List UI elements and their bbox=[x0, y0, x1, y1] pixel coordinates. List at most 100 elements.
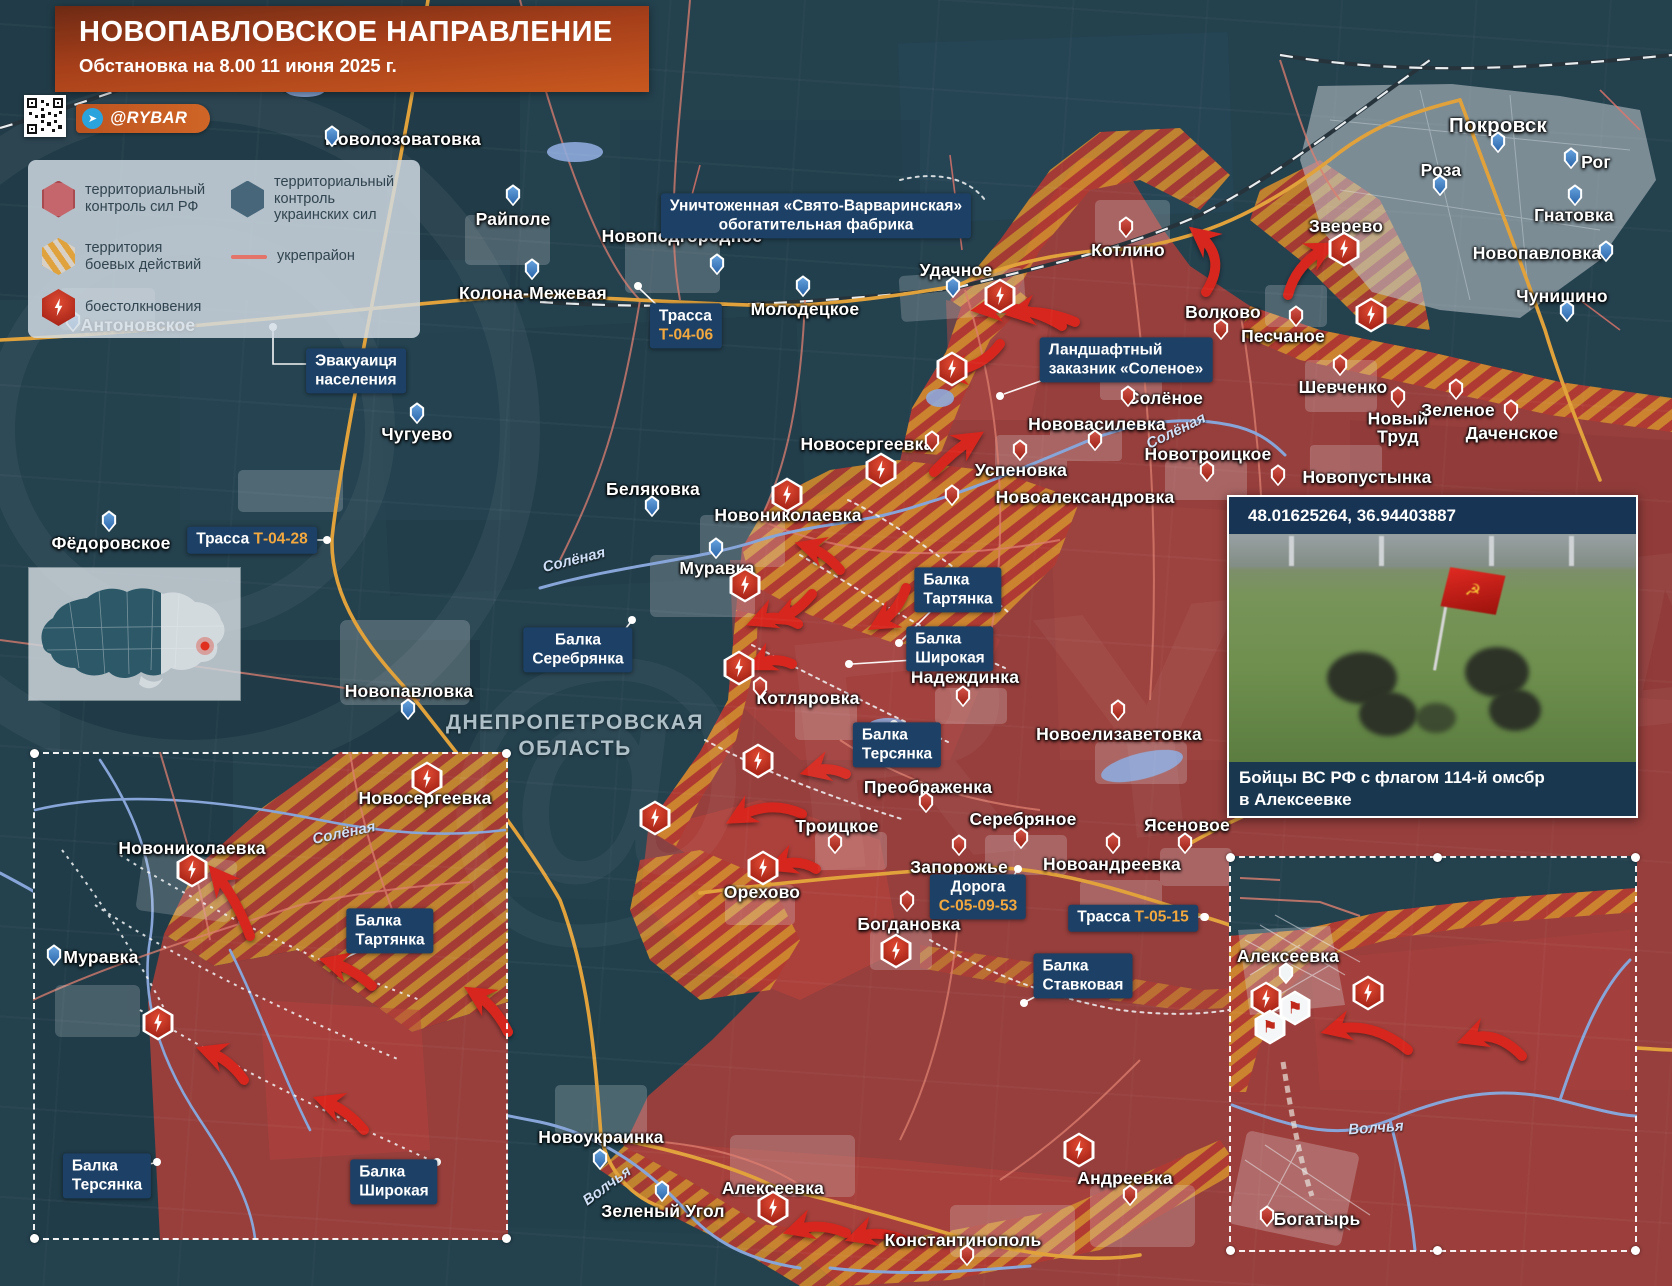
town-label: Котляровка bbox=[756, 689, 859, 707]
combat-icon bbox=[640, 801, 671, 836]
town-pin-ru bbox=[1503, 399, 1520, 421]
info-box: Трасса Т-05-15 bbox=[1068, 905, 1198, 932]
info-box: БалкаТерсянка bbox=[63, 1153, 151, 1198]
town-pin-ru bbox=[1288, 305, 1305, 327]
qr-code bbox=[24, 95, 66, 137]
town-label: Новопустынка bbox=[1302, 468, 1431, 486]
info-box: Трасса Т-04-28 bbox=[187, 527, 317, 554]
town-label: Новолозоватовка bbox=[325, 130, 481, 148]
town-label: Райполе bbox=[476, 210, 551, 228]
town-label: Новопавловка bbox=[1473, 244, 1602, 262]
town-pin-ru bbox=[955, 685, 972, 707]
town-pin-ru bbox=[1012, 439, 1029, 461]
town-pin-ru bbox=[1013, 827, 1030, 849]
info-box: БалкаШирокая bbox=[906, 626, 993, 671]
combat-icon bbox=[1329, 232, 1360, 267]
town-label: Гнатовка bbox=[1534, 206, 1614, 224]
town-label: Чунишино bbox=[1516, 287, 1608, 305]
legend-item-label: территориальный контроль сил РФ bbox=[85, 182, 205, 215]
combat-icon bbox=[881, 934, 912, 969]
town-label: Ясеновое bbox=[1144, 816, 1230, 834]
town-label: Удачное bbox=[920, 261, 993, 279]
combat-icon bbox=[724, 651, 755, 686]
town-label: Зеленое bbox=[1421, 401, 1495, 419]
town-pin-ru bbox=[951, 834, 968, 856]
rybar-banner: ➤ @RYBAR bbox=[76, 104, 210, 133]
combat-icon bbox=[743, 744, 774, 779]
town-pin-ua bbox=[400, 698, 417, 720]
river-label: Солёная bbox=[311, 818, 377, 848]
town-label: Серебряное bbox=[969, 810, 1076, 828]
town-label: Новотроицкое bbox=[1145, 445, 1272, 463]
combat-icon bbox=[748, 851, 779, 886]
legend-hex-hatch-icon bbox=[42, 238, 75, 275]
town-pin-ua bbox=[1567, 184, 1584, 206]
town-label: Волково bbox=[1185, 303, 1261, 321]
town-pin-ru bbox=[1448, 378, 1465, 400]
combat-icon bbox=[143, 1006, 174, 1041]
info-box: ТрассаТ-04-06 bbox=[650, 303, 722, 348]
town-pin-ua bbox=[524, 258, 541, 280]
town-pin-ru bbox=[1270, 464, 1287, 486]
river-label: Солёная bbox=[541, 544, 607, 576]
town-pin-ua bbox=[46, 944, 63, 966]
town-label: Шевченко bbox=[1299, 378, 1388, 396]
town-pin-ua bbox=[101, 510, 118, 532]
region-label: ДНЕПРОПЕТРОВСКАЯ ОБЛАСТЬ bbox=[446, 710, 704, 763]
town-pin-ua bbox=[709, 253, 726, 275]
combat-icon bbox=[937, 352, 968, 387]
combat-icon bbox=[866, 453, 897, 488]
info-box: БалкаТартянка bbox=[914, 567, 1001, 612]
town-label: Рог bbox=[1581, 153, 1611, 171]
legend-hex-red-icon bbox=[42, 181, 75, 218]
combat-icon bbox=[985, 279, 1016, 314]
legend-item: боестолкновения bbox=[42, 289, 227, 326]
town-pin-ru bbox=[944, 484, 961, 506]
legend-item: территориальный контроль украинских сил bbox=[231, 174, 406, 224]
town-label: Алексеевка bbox=[1237, 947, 1339, 965]
channel-name: @RYBAR bbox=[110, 109, 187, 128]
legend-item: укрепрайон bbox=[231, 238, 406, 275]
town-label: Чугуево bbox=[381, 425, 452, 443]
town-pin-ua bbox=[505, 184, 522, 206]
town-label: Богатырь bbox=[1274, 1210, 1361, 1228]
legend: территориальный контроль сил РФ территори… bbox=[28, 160, 420, 338]
town-label: Успеновка bbox=[975, 461, 1067, 479]
combat-icon bbox=[1356, 298, 1387, 333]
legend-hex-combat-icon bbox=[42, 289, 75, 326]
town-label: Новоукраинка bbox=[538, 1128, 663, 1146]
town-pin-ru bbox=[899, 890, 916, 912]
map-subtitle: Обстановка на 8.00 11 июня 2025 г. bbox=[79, 55, 649, 77]
info-box: Ландшафтныйзаказник «Соленое» bbox=[1040, 337, 1213, 382]
town-label: Андреевка bbox=[1077, 1169, 1173, 1187]
town-pin-ru bbox=[1332, 354, 1349, 376]
town-pin-ru bbox=[1390, 386, 1407, 408]
town-label: Новоандреевка bbox=[1043, 855, 1181, 873]
town-label: Нововасилевка bbox=[1028, 415, 1166, 433]
town-label: Муравка bbox=[63, 948, 138, 966]
town-label: Зверево bbox=[1309, 217, 1383, 235]
town-label: Песчаное bbox=[1241, 327, 1325, 345]
info-box: БалкаШирокая bbox=[350, 1159, 437, 1204]
town-label: Новосергеевка bbox=[800, 435, 933, 453]
town-pin-ua bbox=[409, 402, 426, 424]
town-label: Орехово bbox=[724, 883, 800, 901]
town-label: Троицкое bbox=[795, 817, 878, 835]
info-box: БалкаТерсянка bbox=[853, 722, 941, 767]
info-box: БалкаСеребрянка bbox=[523, 627, 632, 672]
legend-line-red-icon bbox=[231, 255, 267, 259]
legend-item-label: укрепрайон bbox=[277, 248, 355, 265]
info-box: БалкаТартянка bbox=[346, 908, 433, 953]
info-box: Уничтоженная «Свято-Варваринская»обогати… bbox=[661, 193, 971, 238]
town-label: Новоелизаветовка bbox=[1036, 725, 1202, 743]
town-label: Зеленый Угол bbox=[601, 1202, 725, 1220]
town-label: Котлино bbox=[1091, 241, 1165, 259]
ukraine-minimap bbox=[29, 568, 240, 700]
combat-icon bbox=[1353, 976, 1384, 1011]
town-pin-ua bbox=[708, 537, 725, 559]
info-box: БалкаСтавковая bbox=[1034, 953, 1133, 998]
combat-icon bbox=[1064, 1133, 1095, 1168]
town-pin-ru bbox=[1105, 832, 1122, 854]
river-label: Волчья bbox=[1348, 1118, 1404, 1139]
town-pin-ua bbox=[1563, 147, 1580, 169]
